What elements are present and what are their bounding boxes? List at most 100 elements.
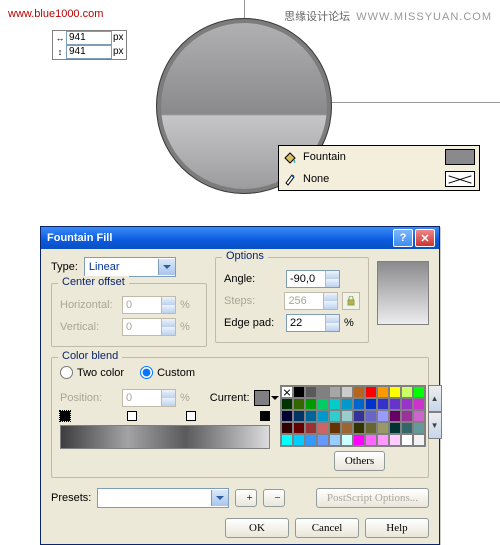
palette-cell[interactable] <box>401 422 413 434</box>
palette-cell[interactable] <box>317 386 329 398</box>
angle-spinner[interactable]: -90,0 <box>286 270 340 288</box>
palette-cell[interactable] <box>281 398 293 410</box>
palette-cell[interactable] <box>413 434 425 446</box>
palette-cell[interactable] <box>305 410 317 422</box>
palette-cell[interactable] <box>401 434 413 446</box>
palette-cell[interactable] <box>353 422 365 434</box>
palette-cell[interactable] <box>341 398 353 410</box>
edge-pad-unit: % <box>344 317 354 329</box>
gradient-stop[interactable] <box>127 411 137 421</box>
horizontal-unit: % <box>180 299 190 311</box>
horizontal-spinner: 0 <box>122 296 176 314</box>
gradient-stop[interactable] <box>60 411 70 421</box>
preset-remove-button[interactable]: − <box>263 489 285 507</box>
palette-cell[interactable] <box>305 422 317 434</box>
palette-cell[interactable] <box>317 422 329 434</box>
palette-cell[interactable] <box>293 398 305 410</box>
color-palette[interactable] <box>280 385 426 447</box>
palette-cell[interactable] <box>389 398 401 410</box>
palette-cell[interactable] <box>305 398 317 410</box>
palette-cell[interactable] <box>365 410 377 422</box>
palette-cell[interactable] <box>353 398 365 410</box>
gradient-stop[interactable] <box>186 411 196 421</box>
palette-cell[interactable] <box>329 410 341 422</box>
type-combo-value: Linear <box>85 261 158 273</box>
palette-cell[interactable] <box>293 410 305 422</box>
palette-cell[interactable] <box>401 386 413 398</box>
palette-scroll[interactable]: ▲▼ <box>428 385 442 447</box>
palette-cell[interactable] <box>389 410 401 422</box>
palette-cell[interactable] <box>365 386 377 398</box>
palette-cell[interactable] <box>329 386 341 398</box>
palette-cell[interactable] <box>293 422 305 434</box>
palette-cell[interactable] <box>377 386 389 398</box>
palette-cell[interactable] <box>329 422 341 434</box>
palette-cell[interactable] <box>365 398 377 410</box>
palette-cell[interactable] <box>281 410 293 422</box>
others-button[interactable]: Others <box>334 451 385 471</box>
palette-cell[interactable] <box>305 386 317 398</box>
palette-cell[interactable] <box>365 422 377 434</box>
palette-cell[interactable] <box>329 434 341 446</box>
palette-cell[interactable] <box>413 398 425 410</box>
palette-cell[interactable] <box>377 422 389 434</box>
type-combo[interactable]: Linear <box>84 257 176 277</box>
palette-cell[interactable] <box>293 386 305 398</box>
palette-cell[interactable] <box>353 434 365 446</box>
palette-cell[interactable] <box>377 434 389 446</box>
gradient-preview[interactable] <box>377 261 429 325</box>
help-button[interactable]: Help <box>365 518 429 538</box>
palette-cell[interactable] <box>389 434 401 446</box>
pen-icon <box>283 172 297 186</box>
preset-add-button[interactable]: + <box>235 489 257 507</box>
current-color-swatch[interactable] <box>254 390 270 406</box>
palette-cell[interactable] <box>281 422 293 434</box>
custom-radio[interactable]: Custom <box>140 366 195 379</box>
palette-cell[interactable] <box>293 434 305 446</box>
gradient-stop[interactable] <box>260 411 270 421</box>
palette-cell[interactable] <box>341 386 353 398</box>
edge-pad-spinner[interactable]: 22 <box>286 314 340 332</box>
palette-cell[interactable] <box>317 434 329 446</box>
palette-cell[interactable] <box>389 386 401 398</box>
dialog-titlebar[interactable]: Fountain Fill ? ✕ <box>41 227 439 249</box>
palette-cell[interactable] <box>281 434 293 446</box>
presets-combo[interactable] <box>97 488 229 508</box>
palette-cell[interactable] <box>281 386 293 398</box>
ok-button[interactable]: OK <box>225 518 289 538</box>
gradient-editor[interactable] <box>60 411 270 449</box>
palette-cell[interactable] <box>353 386 365 398</box>
chevron-down-icon <box>158 259 175 275</box>
palette-cell[interactable] <box>353 410 365 422</box>
palette-cell[interactable] <box>341 422 353 434</box>
palette-cell[interactable] <box>401 410 413 422</box>
palette-cell[interactable] <box>413 410 425 422</box>
palette-cell[interactable] <box>377 398 389 410</box>
position-spinner: 0 <box>122 389 176 407</box>
palette-cell[interactable] <box>341 434 353 446</box>
palette-cell[interactable] <box>317 410 329 422</box>
titlebar-help-button[interactable]: ? <box>393 229 413 247</box>
two-color-radio[interactable]: Two color <box>60 366 124 379</box>
angle-label: Angle: <box>224 273 282 285</box>
cancel-button[interactable]: Cancel <box>295 518 359 538</box>
gradient-bar[interactable] <box>60 425 270 449</box>
palette-cell[interactable] <box>365 434 377 446</box>
position-label: Position: <box>60 392 118 404</box>
center-offset-group: Center offset Horizontal: 0 % Vertical: … <box>51 283 207 347</box>
height-icon: ↕ <box>55 46 65 58</box>
palette-cell[interactable] <box>329 398 341 410</box>
fill-outline-tooltip: Fountain None <box>278 145 480 191</box>
titlebar-close-button[interactable]: ✕ <box>415 229 435 247</box>
palette-cell[interactable] <box>341 410 353 422</box>
palette-cell[interactable] <box>389 422 401 434</box>
palette-cell[interactable] <box>413 422 425 434</box>
outline-type-label: None <box>303 173 329 185</box>
palette-cell[interactable] <box>401 398 413 410</box>
lock-icon[interactable] <box>342 292 360 310</box>
palette-cell[interactable] <box>305 434 317 446</box>
palette-cell[interactable] <box>413 386 425 398</box>
palette-cell[interactable] <box>377 410 389 422</box>
fill-swatch <box>445 149 475 165</box>
palette-cell[interactable] <box>317 398 329 410</box>
